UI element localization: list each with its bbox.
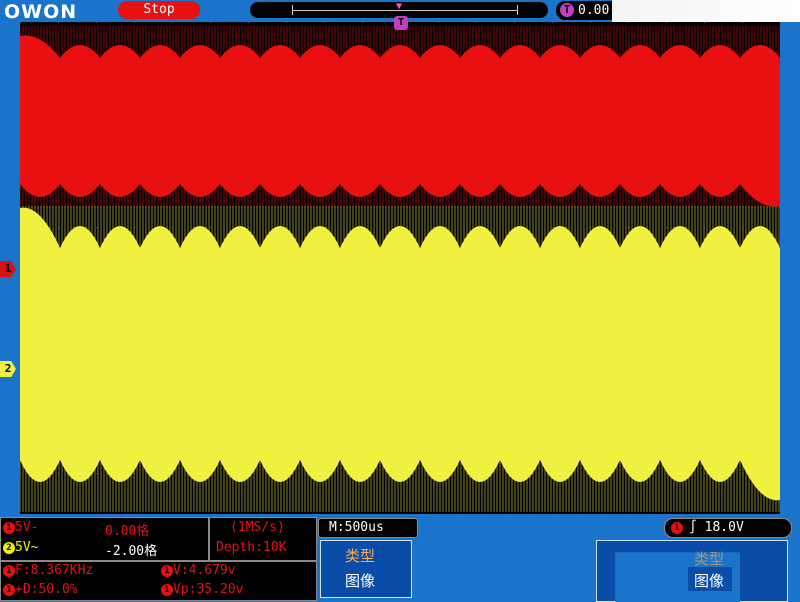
freq-ch-icon: 1: [3, 564, 15, 577]
grid-dot: [438, 22, 439, 23]
grid-dot: [210, 227, 211, 228]
grid-dot: [324, 22, 325, 23]
grid-dot: [248, 22, 249, 23]
timebase-value: M:500us: [329, 520, 384, 535]
grid-dot: [552, 22, 553, 23]
menu-button-type[interactable]: 类型 图像: [320, 540, 412, 598]
trigger-level: 18.0V: [704, 520, 744, 535]
grid-dot: [666, 473, 667, 474]
trigger-panel[interactable]: 1 ∫ 18.0V: [664, 518, 792, 538]
channel-info-panel: 1 5V- 0.00格 2 5V~ -2.00格: [0, 517, 209, 561]
measurement-panel: 1 F:8.367KHz 1 V:4.679v 1 +D:50.0% 1 Vp:35.2…: [0, 561, 317, 601]
grid-dot: [628, 22, 629, 23]
measure-frequency: F:8.367KHz: [15, 563, 94, 578]
trigger-position-icon: T: [560, 3, 574, 17]
grid-dot: [590, 22, 591, 23]
grid-dot: [666, 22, 667, 23]
grid-dot: [704, 22, 705, 23]
ch1-scale: 5V-: [15, 520, 39, 535]
sample-rate: (1MS/s): [230, 520, 285, 535]
memory-bar-right-tick: [517, 5, 518, 15]
grid-dot: [514, 22, 515, 23]
grid-dot: [96, 227, 97, 228]
ch1-offset: 0.00格: [105, 524, 150, 539]
measure-duty: +D:50.0%: [15, 582, 78, 597]
grid-dot: [96, 473, 97, 474]
menu-right-title: 类型: [694, 550, 725, 568]
waveform-envelope: [20, 207, 780, 501]
memory-depth: Depth:10K: [216, 540, 287, 555]
ch1-level-marker[interactable]: 1: [0, 261, 16, 277]
waveform-display[interactable]: [19, 22, 781, 515]
grid-dot: [362, 22, 363, 23]
acquisition-panel: (1MS/s) Depth:10K: [209, 517, 317, 561]
vavg-ch-icon: 1: [161, 564, 173, 577]
grid-dot: [172, 22, 173, 23]
grid-dot: [96, 22, 97, 23]
ch2-scale: 5V~: [15, 540, 39, 555]
grid-dot: [58, 22, 59, 23]
memory-bar-line: [292, 10, 518, 11]
trigger-marker-icon[interactable]: T: [394, 16, 408, 30]
grid-dot: [20, 22, 21, 23]
memory-bar-left-tick: [292, 5, 293, 15]
grid-dot: [134, 22, 135, 23]
menu-type-title: 类型: [345, 547, 376, 565]
menu-right-value: 图像: [694, 572, 725, 590]
grid-dot: [286, 22, 287, 23]
trigger-source-icon: 1: [671, 522, 683, 534]
menu-type-value: 图像: [345, 572, 376, 590]
grid-dot: [666, 227, 667, 228]
rising-edge-icon: ∫: [689, 520, 697, 535]
ch2-level-marker[interactable]: 2: [0, 361, 16, 377]
grid-dot: [742, 22, 743, 23]
grid-dot: [476, 22, 477, 23]
vpp-ch-icon: 1: [161, 583, 173, 596]
measure-vavg: V:4.679v: [173, 563, 236, 578]
timebase-panel[interactable]: M:500us: [318, 518, 418, 538]
waveform-svg: [19, 22, 781, 515]
trigger-position-pointer-icon: ▼: [396, 1, 403, 12]
ch2-icon: 2: [3, 541, 15, 554]
trigger-position-value: 0.00: [578, 3, 610, 18]
waveform-envelope: [20, 35, 780, 207]
grid-dot: [210, 22, 211, 23]
run-stop-button[interactable]: Stop: [118, 1, 200, 19]
top-right-blank-area: [612, 0, 800, 22]
grid-dot: [552, 227, 553, 228]
ch1-icon: 1: [3, 521, 15, 534]
right-frame: [780, 22, 800, 514]
brand-logo: OWON: [4, 1, 78, 23]
duty-ch-icon: 1: [3, 583, 15, 596]
ch2-offset: -2.00格: [105, 544, 158, 559]
measure-vpp: Vp:35.20v: [173, 582, 244, 597]
